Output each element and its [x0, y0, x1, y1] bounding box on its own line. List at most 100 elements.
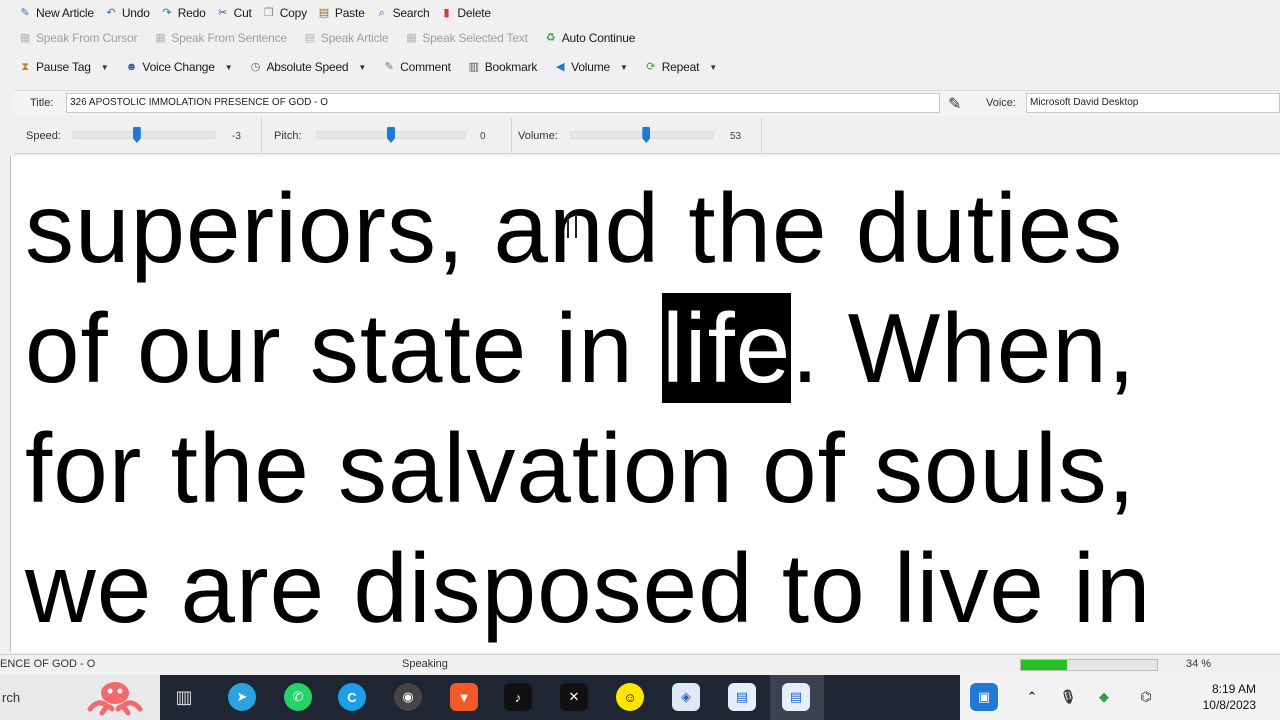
search-button[interactable]: ⌕ Search — [371, 2, 436, 24]
bookmark-icon: ▥ — [468, 61, 479, 73]
reading-progress-fill — [1021, 660, 1068, 670]
scissors-icon: ✂ — [218, 7, 228, 19]
voice-select[interactable]: Microsoft David Desktop — [1026, 93, 1280, 113]
text-line-4: we are disposed to live in — [25, 533, 1152, 643]
cut-button[interactable]: ✂ Cut — [212, 2, 258, 24]
redo-icon: ↷ — [162, 7, 172, 19]
speak-article-button[interactable]: ▤ Speak Article — [299, 27, 394, 49]
sync-icon[interactable]: ◆ — [1090, 683, 1118, 711]
tts-reader-taskbar-icon[interactable]: ▤ — [782, 683, 810, 711]
speaker-icon: ◀ — [556, 61, 565, 73]
toolbar-row-speak: ▦ Speak From Cursor ▦ Speak From Sentenc… — [14, 27, 641, 49]
progress-percent: 34 % — [1186, 658, 1212, 670]
chevron-down-icon[interactable]: ▼ — [620, 63, 628, 72]
speak-selected-text-button[interactable]: ▦ Speak Selected Text — [400, 27, 533, 49]
volume-button[interactable]: ◀ Volume ▼ — [549, 56, 640, 78]
toolbar-row-voice: ⧗ Pause Tag ▼ ☻ Voice Change ▼ ◷ Absolut… — [14, 56, 729, 78]
tiktok-icon[interactable]: ♪ — [504, 683, 532, 711]
status-article-name: ENCE OF GOD - O — [0, 658, 96, 670]
reading-progress-bar — [1020, 659, 1158, 671]
comment-button[interactable]: ✎ Comment — [378, 56, 457, 78]
redo-button[interactable]: ↷ Redo — [156, 2, 212, 24]
paste-icon: ▤ — [318, 7, 329, 19]
octopus-icon — [87, 682, 143, 716]
browser-icon[interactable]: ◈ — [672, 683, 700, 711]
clock-date: 10/8/2023 — [1202, 698, 1256, 712]
canva-icon[interactable]: C — [338, 683, 366, 711]
document-app-icon[interactable]: ▤ — [728, 683, 756, 711]
speak-article-icon: ▤ — [304, 32, 315, 44]
windows-taskbar: rch ▥ ➤ ✆ C ◉ ▼ ♪ ✕ ☺ ◈ ▤ ▤ ▣ ⌃ 🎙 ◆ ⌬ 8:… — [0, 675, 1280, 720]
chevron-up-icon[interactable]: ⌃ — [1018, 683, 1046, 711]
pencil-icon: ✎ — [20, 7, 30, 19]
system-tray: ▣ ⌃ 🎙 ◆ ⌬ 8:19 AM 10/8/2023 — [960, 675, 1280, 720]
tts-reader-window: ✎ New Article ↶ Undo ↷ Redo ✂ Cut ❐ Copy… — [0, 0, 1280, 720]
copy-icon: ❐ — [263, 7, 274, 19]
slider-bar: Speed: -3 Pitch: 0 Volume: 53 — [14, 118, 1280, 154]
pause-tag-button[interactable]: ⧗ Pause Tag ▼ — [14, 56, 120, 78]
taskbar-clock[interactable]: 8:19 AM 10/8/2023 — [1203, 681, 1256, 713]
pitch-value: 0 — [480, 131, 486, 142]
status-state: Speaking — [402, 658, 448, 670]
auto-continue-button[interactable]: ♻ Auto Continue — [540, 27, 641, 49]
volume-slider[interactable] — [570, 131, 714, 139]
toolbar-row-edit: ✎ New Article ↶ Undo ↷ Redo ✂ Cut ❐ Copy… — [14, 2, 497, 24]
chevron-down-icon[interactable]: ▼ — [709, 63, 717, 72]
voice-change-icon: ☻ — [125, 61, 138, 73]
speed-value: -3 — [232, 131, 241, 142]
copy-button[interactable]: ❐ Copy — [258, 2, 313, 24]
pitch-control: Pitch: 0 — [262, 118, 512, 154]
pitch-slider-thumb[interactable] — [387, 127, 395, 143]
speed-slider[interactable] — [72, 131, 216, 139]
obs-icon[interactable]: ◉ — [394, 683, 422, 711]
repeat-icon: ⟳ — [646, 61, 656, 73]
brave-icon[interactable]: ▼ — [450, 683, 478, 711]
voice-label: Voice: — [986, 97, 1016, 109]
status-bar: ENCE OF GOD - O Speaking 34 % — [0, 654, 1280, 674]
network-icon[interactable]: ⌬ — [1132, 683, 1160, 711]
title-input[interactable]: 326 APOSTOLIC IMMOLATION PRESENCE OF GOD… — [66, 93, 940, 113]
title-bar: Title: 326 APOSTOLIC IMMOLATION PRESENCE… — [14, 90, 1280, 116]
clock-time: 8:19 AM — [1211, 682, 1256, 696]
volume-value: 53 — [730, 131, 742, 142]
title-label: Title: — [30, 97, 54, 109]
delete-button[interactable]: ▮ Delete — [435, 2, 497, 24]
text-line-2-before: of our state in — [25, 293, 663, 403]
telegram-icon[interactable]: ➤ — [228, 683, 256, 711]
text-line-2: of our state in life. When, — [25, 288, 1136, 408]
voice-change-button[interactable]: ☻ Voice Change ▼ — [120, 56, 244, 78]
meet-now-icon[interactable]: ▣ — [970, 683, 998, 711]
chevron-down-icon[interactable]: ▼ — [358, 63, 366, 72]
new-article-button[interactable]: ✎ New Article — [14, 2, 100, 24]
absolute-speed-button[interactable]: ◷ Absolute Speed ▼ — [244, 56, 378, 78]
microphone-icon[interactable]: 🎙 — [1054, 683, 1082, 711]
paste-button[interactable]: ▤ Paste — [313, 2, 371, 24]
bookmark-button[interactable]: ▥ Bookmark — [463, 56, 543, 78]
x-icon[interactable]: ✕ — [560, 683, 588, 711]
spoken-word-highlight: life — [662, 293, 792, 403]
speed-label: Speed: — [26, 130, 61, 142]
speak-selected-icon: ▦ — [406, 32, 417, 44]
volume-control: Volume: 53 — [512, 118, 762, 154]
whatsapp-icon[interactable]: ✆ — [284, 683, 312, 711]
speak-from-sentence-button[interactable]: ▦ Speak From Sentence — [149, 27, 293, 49]
repeat-button[interactable]: ⟳ Repeat ▼ — [640, 56, 729, 78]
speed-control: Speed: -3 — [14, 118, 262, 154]
comment-icon: ✎ — [384, 61, 394, 73]
speak-sentence-icon: ▦ — [155, 32, 166, 44]
pause-tag-icon: ⧗ — [21, 61, 29, 73]
chevron-down-icon[interactable]: ▼ — [225, 63, 233, 72]
delete-icon: ▮ — [443, 7, 450, 19]
article-text-area[interactable]: superiors, and the duties of our state i… — [10, 156, 1280, 652]
chevron-down-icon[interactable]: ▼ — [101, 63, 109, 72]
edit-title-icon[interactable]: ✎ — [948, 94, 961, 114]
speed-slider-thumb[interactable] — [132, 127, 141, 143]
search-icon: ⌕ — [378, 7, 385, 19]
speak-from-cursor-button[interactable]: ▦ Speak From Cursor — [14, 27, 143, 49]
undo-button[interactable]: ↶ Undo — [100, 2, 156, 24]
volume-slider-thumb[interactable] — [642, 127, 651, 143]
snapchat-icon[interactable]: ☺ — [616, 683, 644, 711]
speak-cursor-icon: ▦ — [19, 32, 31, 44]
task-view-icon[interactable]: ▥ — [170, 683, 198, 711]
text-line-3: for the salvation of souls, — [25, 413, 1137, 523]
